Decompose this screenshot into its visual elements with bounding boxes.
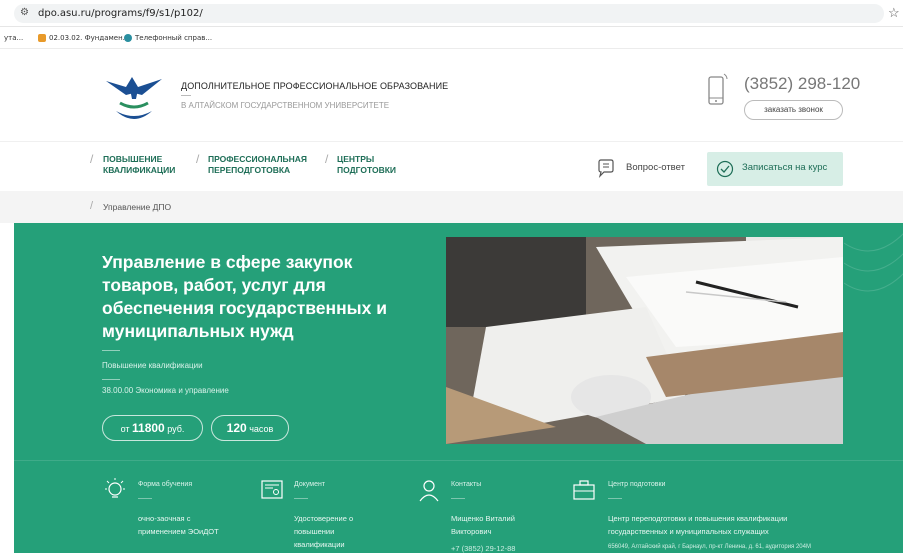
nav-label: ПОВЫШЕНИЕ	[103, 154, 163, 164]
chat-question-icon[interactable]	[596, 158, 616, 178]
nav-label: ЦЕНТРЫ	[337, 154, 375, 164]
bookmark-label: Телефонный справ...	[135, 34, 213, 42]
nav-item-training-centers[interactable]: ЦЕНТРЫ ПОДГОТОВКИ	[337, 154, 396, 176]
nav-divider: /	[196, 152, 200, 166]
info-line: применением ЭОиДОТ	[138, 527, 219, 536]
bookmark-item[interactable]: ута...	[4, 34, 23, 42]
bookmark-label: ута...	[4, 34, 24, 42]
info-text: Центр переподготовки и повышения квалифи…	[608, 512, 787, 538]
phone-number[interactable]: (3852) 298-120	[744, 74, 860, 94]
site-subtitle: В АЛТАЙСКОМ ГОСУДАРСТВЕННОМ УНИВЕРСИТЕТЕ	[181, 101, 390, 110]
main-nav: / ПОВЫШЕНИЕ КВАЛИФИКАЦИИ / ПРОФЕССИОНАЛЬ…	[0, 141, 903, 191]
site-header: ДОПОЛНИТЕЛЬНОЕ ПРОФЕССИОНАЛЬНОЕ ОБРАЗОВА…	[0, 49, 903, 141]
info-line: Удостоверение о	[294, 514, 354, 523]
info-line: очно-заочная с	[138, 514, 191, 523]
bookmark-favicon-icon	[124, 34, 132, 42]
info-line: Центр переподготовки и повышения квалифи…	[608, 514, 788, 523]
faq-link[interactable]: Вопрос-ответ	[626, 162, 685, 173]
bookmark-label: 02.03.02. Фундамен...	[49, 34, 130, 42]
info-line: повышении	[294, 527, 335, 536]
breadcrumb-divider: /	[90, 200, 94, 212]
info-text: очно-заочная с применением ЭОиДОТ	[138, 512, 219, 538]
nav-item-advanced-training[interactable]: ПОВЫШЕНИЕ КВАЛИФИКАЦИИ	[103, 154, 175, 176]
center-address: 656049, Алтайский край, г Барнаул, пр-кт…	[608, 544, 811, 550]
check-circle-icon	[716, 160, 734, 178]
bookmark-item[interactable]: Телефонный справ...	[124, 34, 212, 42]
info-divider	[451, 498, 465, 499]
site-title: ДОПОЛНИТЕЛЬНОЕ ПРОФЕССИОНАЛЬНОЕ ОБРАЗОВА…	[181, 81, 449, 91]
course-info-strip: Форма обучения очно-заочная с применение…	[14, 460, 903, 553]
course-hero: Управление в сфере закупок товаров, рабо…	[14, 223, 903, 460]
browser-toolbar: ⚙ dpo.asu.ru/programs/f9/s1/p102/ ☆	[0, 0, 903, 27]
nav-divider: /	[90, 152, 94, 166]
course-title: Управление в сфере закупок товаров, рабо…	[102, 252, 387, 341]
person-icon	[419, 480, 439, 502]
info-line: Викторович	[451, 527, 492, 536]
bookmark-star-icon[interactable]: ☆	[888, 5, 900, 21]
office-documents-photo	[446, 237, 843, 444]
hero-divider	[102, 379, 120, 380]
price-unit: руб.	[167, 424, 185, 434]
hours-unit: часов	[249, 424, 274, 434]
info-line: Мищенко Виталий	[451, 514, 515, 523]
info-divider	[138, 498, 152, 499]
certificate-icon	[261, 480, 283, 499]
hours-badge: 120 часов	[211, 415, 289, 441]
course-code: 38.00.00 Экономика и управление	[102, 386, 229, 395]
info-title: Документ	[294, 481, 326, 488]
course-type: Повышение квалификации	[102, 361, 203, 370]
bookmark-favicon-icon	[38, 34, 46, 42]
contact-phone[interactable]: +7 (3852) 29-12-88	[451, 542, 515, 555]
hero-divider	[102, 350, 120, 351]
price-prefix: от	[120, 424, 130, 434]
university-eagle-logo[interactable]	[104, 69, 164, 127]
title-divider	[181, 95, 191, 96]
info-title: Центр подготовки	[608, 481, 666, 488]
hours-value: 120	[226, 421, 247, 435]
breadcrumb-item[interactable]: Управление ДПО	[103, 202, 171, 212]
bookmark-item[interactable]: 02.03.02. Фундамен...	[38, 34, 129, 42]
info-line: квалификации	[294, 540, 345, 549]
nav-label: ПОДГОТОВКИ	[337, 165, 397, 175]
mobile-phone-icon	[708, 73, 728, 105]
url-text[interactable]: dpo.asu.ru/programs/f9/s1/p102/	[38, 8, 203, 19]
info-line: государственных и муниципальных служащих	[608, 527, 769, 536]
info-divider	[294, 498, 308, 499]
info-title: Контакты	[451, 481, 482, 488]
info-divider	[608, 498, 622, 499]
lightbulb-icon	[105, 478, 125, 498]
info-text: Мищенко Виталий Викторович +7 (3852) 29-…	[451, 512, 515, 555]
nav-item-retraining[interactable]: ПРОФЕССИОНАЛЬНАЯ ПЕРЕПОДГОТОВКА	[208, 154, 307, 176]
nav-label: КВАЛИФИКАЦИИ	[103, 165, 176, 175]
briefcase-icon	[573, 480, 595, 500]
price-badge: от 11800 руб.	[102, 415, 203, 441]
info-text: Удостоверение о повышении квалификации	[294, 512, 353, 551]
info-title: Форма обучения	[138, 481, 193, 488]
decorative-lines	[844, 233, 903, 292]
nav-divider: /	[325, 152, 329, 166]
bookmarks-bar: ута... 02.03.02. Фундамен... Телефонный …	[0, 27, 903, 49]
nav-label: ПЕРЕПОДГОТОВКА	[208, 165, 291, 175]
nav-label: ПРОФЕССИОНАЛЬНАЯ	[208, 154, 308, 164]
enroll-button-label: Записаться на курс	[742, 162, 828, 173]
breadcrumb: / Управление ДПО	[0, 191, 903, 223]
request-callback-button[interactable]: заказать звонок	[744, 100, 843, 120]
site-settings-icon[interactable]: ⚙	[20, 7, 29, 18]
price-value: 11800	[132, 421, 165, 435]
